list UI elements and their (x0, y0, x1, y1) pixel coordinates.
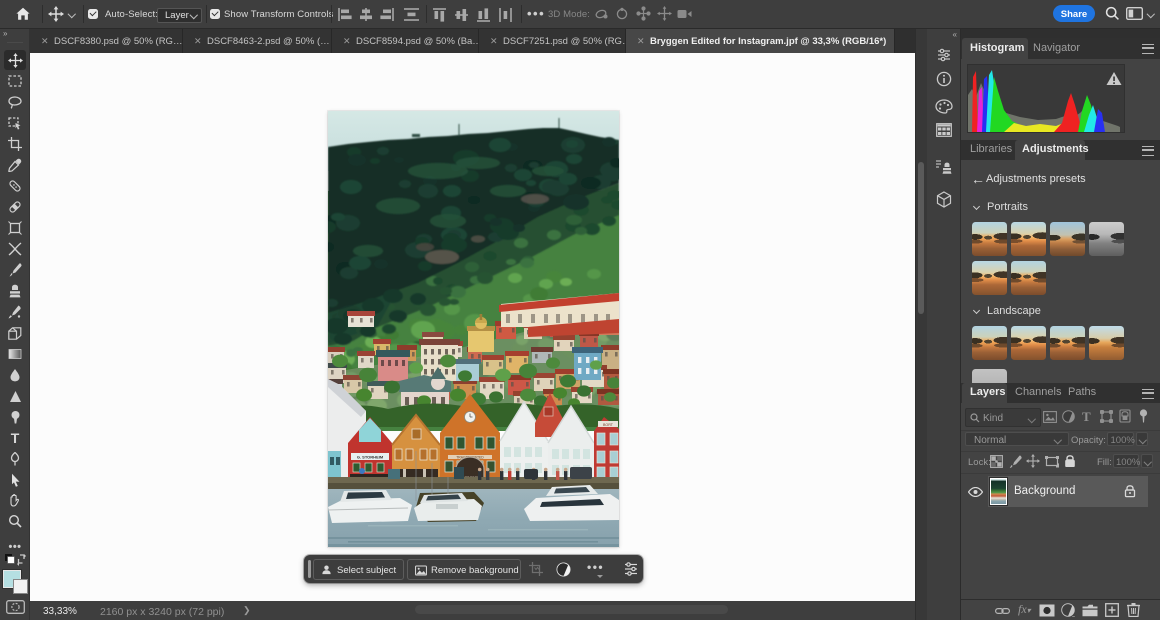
svg-text:G. STORHEIM: G. STORHEIM (357, 455, 384, 460)
svg-text:BORT: BORT (603, 423, 614, 427)
